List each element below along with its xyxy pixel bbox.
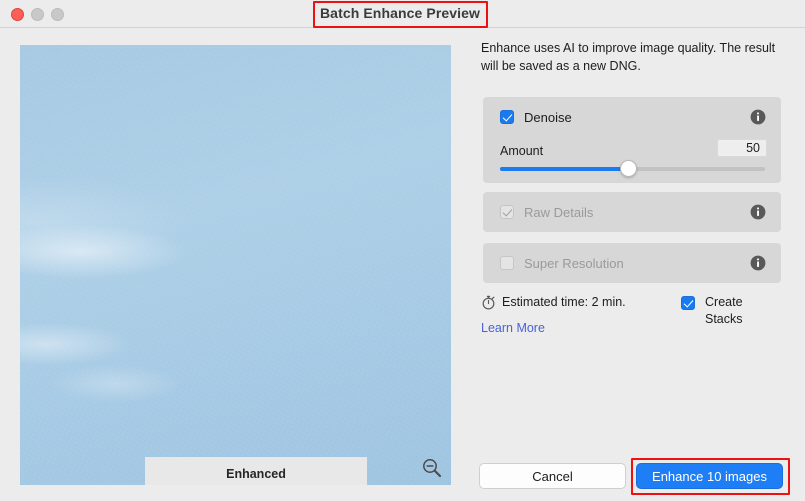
raw-details-info-icon[interactable]: [750, 204, 766, 220]
enhanced-overlay-title: Enhanced: [226, 467, 286, 481]
page-title: Batch Enhance Preview: [319, 5, 481, 21]
batch-enhance-preview-window: Batch Enhance Preview Enhanced Click and…: [0, 0, 805, 501]
preview-image-noise: [20, 45, 451, 485]
estimated-time-text: Estimated time: 2 min.: [502, 295, 626, 309]
denoise-row[interactable]: Denoise: [483, 97, 781, 137]
close-window-button[interactable]: [11, 8, 24, 21]
denoise-amount-slider[interactable]: [500, 160, 765, 177]
preview-image-area[interactable]: Enhanced Click and hold preview window t…: [20, 45, 451, 485]
super-resolution-info-icon[interactable]: [750, 255, 766, 271]
settings-panel: Enhance uses AI to improve image quality…: [479, 40, 786, 495]
denoise-slider-thumb[interactable]: [620, 160, 638, 177]
denoise-amount-value[interactable]: 50: [717, 139, 767, 157]
maximize-window-button[interactable]: [51, 8, 64, 21]
zoom-out-magnifier-icon[interactable]: [421, 457, 443, 479]
denoise-panel: Denoise Amount 50: [483, 97, 781, 183]
panel-description: Enhance uses AI to improve image quality…: [481, 41, 776, 73]
denoise-checkbox[interactable]: [500, 110, 514, 124]
minimize-window-button[interactable]: [31, 8, 44, 21]
title-bar: Batch Enhance Preview: [0, 0, 805, 28]
raw-details-label: Raw Details: [524, 204, 594, 220]
denoise-amount-label: Amount: [500, 144, 544, 158]
enhance-button[interactable]: Enhance 10 images: [636, 463, 783, 489]
learn-more-link[interactable]: Learn More: [481, 321, 545, 335]
super-resolution-row: Super Resolution: [483, 243, 781, 283]
raw-details-row: Raw Details: [483, 192, 781, 232]
create-stacks-checkbox[interactable]: [681, 296, 695, 310]
enhanced-overlay-subtitle: Click and hold preview window to view wi…: [145, 483, 367, 485]
estimated-time-row: Estimated time: 2 min. Create Stacks: [481, 294, 781, 326]
denoise-label: Denoise: [524, 109, 572, 125]
stopwatch-icon: [482, 295, 495, 310]
denoise-slider-fill: [500, 167, 630, 171]
denoise-info-icon[interactable]: [750, 109, 766, 125]
create-stacks-label[interactable]: Create Stacks: [705, 294, 781, 328]
raw-details-panel: Raw Details: [483, 192, 781, 232]
super-resolution-panel: Super Resolution: [483, 243, 781, 283]
enhanced-overlay-card: Enhanced Click and hold preview window t…: [145, 457, 367, 485]
raw-details-checkbox: [500, 205, 514, 219]
super-resolution-label: Super Resolution: [524, 255, 624, 271]
cancel-button[interactable]: Cancel: [479, 463, 626, 489]
super-resolution-checkbox: [500, 256, 514, 270]
